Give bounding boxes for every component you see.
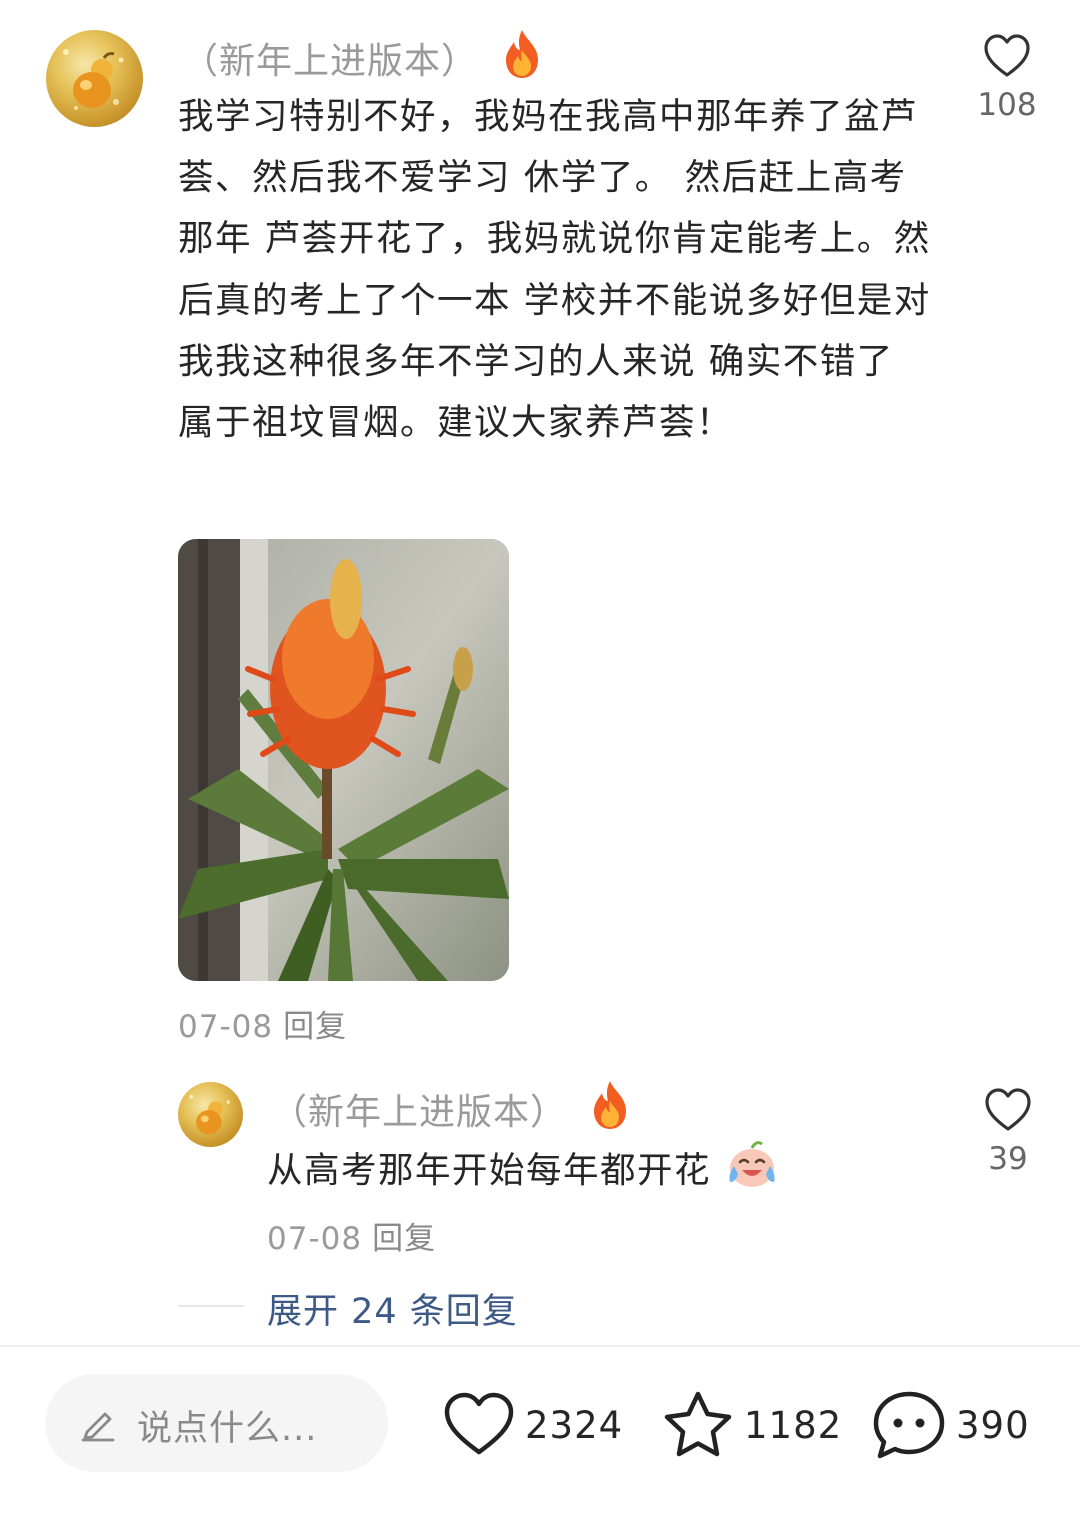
comment-input-placeholder: 说点什么... <box>137 1409 318 1449</box>
comment-image[interactable] <box>178 539 509 981</box>
reply-like-button[interactable]: 39 <box>971 1087 1045 1177</box>
crying-laughing-emoji <box>729 1141 775 1187</box>
heart-icon <box>985 1088 1031 1131</box>
comment-text: 我学习特别不好，我妈在我高中那年养了盆芦荟、然后我不爱学习 休学了。 然后赶上高… <box>178 96 931 444</box>
gourd-icon <box>63 49 124 110</box>
chat-bubble-icon <box>873 1391 945 1459</box>
reply-text: 从高考那年开始每年都开花 <box>267 1140 778 1193</box>
bottom-divider <box>0 1345 1080 1347</box>
gourd-icon <box>189 1094 230 1135</box>
heart-icon <box>984 34 1030 77</box>
comment-like-count: 108 <box>977 87 1037 123</box>
like-count: 2324 <box>525 1403 624 1447</box>
expand-divider <box>178 1305 244 1307</box>
pencil-icon <box>81 1412 115 1442</box>
favorite-count: 1182 <box>744 1403 843 1447</box>
fire-icon <box>594 1081 626 1129</box>
username[interactable]: （新年上进版本） <box>182 32 478 84</box>
reply-text-content: 从高考那年开始每年都开花 <box>267 1150 712 1191</box>
avatar[interactable] <box>46 30 143 127</box>
comment-like-button[interactable]: 108 <box>970 33 1044 123</box>
comment-date: 07-08 <box>178 1009 274 1045</box>
expand-replies-link[interactable]: 展开 24 条回复 <box>267 1283 518 1334</box>
reply-avatar[interactable] <box>178 1082 243 1147</box>
heart-icon <box>444 1392 514 1455</box>
comment-count: 390 <box>956 1403 1030 1447</box>
like-button[interactable]: 2324 <box>443 1385 623 1465</box>
comment-meta: 07-08 回复 <box>178 1001 347 1046</box>
reply-meta: 07-08 回复 <box>267 1213 436 1258</box>
comment-button[interactable]: 390 <box>872 1385 1030 1465</box>
comment-input[interactable]: 说点什么... <box>45 1374 388 1472</box>
reply-username[interactable]: （新年上进版本） <box>271 1083 567 1135</box>
favorite-button[interactable]: 1182 <box>662 1385 842 1465</box>
reply-reply-button[interactable]: 回复 <box>372 1221 436 1257</box>
reply-like-count: 39 <box>988 1141 1028 1177</box>
fire-icon <box>506 30 538 78</box>
comment-reply-button[interactable]: 回复 <box>283 1009 347 1045</box>
reply-date: 07-08 <box>267 1221 363 1257</box>
star-icon <box>664 1391 732 1457</box>
